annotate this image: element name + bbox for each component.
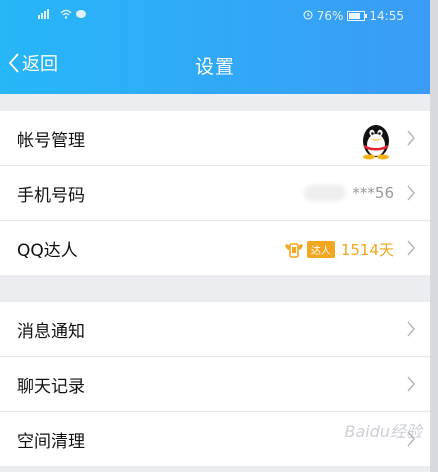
chevron-right-icon: [407, 321, 415, 337]
row-phone-number[interactable]: 手机号码 ***56: [0, 166, 430, 221]
row-message-notification[interactable]: 消息通知: [0, 302, 430, 357]
signal-icon: [38, 8, 56, 22]
master-days: 1514天: [340, 241, 394, 259]
row-qq-master[interactable]: QQ达人 达人 1514天: [0, 221, 430, 275]
row-label: 消息通知: [17, 321, 85, 342]
battery-percent: 76%: [316, 9, 344, 23]
masked-region: [304, 185, 346, 201]
chevron-right-icon: [407, 185, 415, 201]
battery-icon: [347, 11, 368, 21]
clock: 14:55: [369, 9, 404, 23]
qq-master-badge: 达人 1514天: [283, 239, 394, 260]
app-header: 76% 14:55 返回 设置: [0, 0, 430, 94]
status-bar: 76% 14:55: [0, 0, 430, 32]
phone-value: ***56: [352, 184, 394, 202]
right-edge: [430, 0, 438, 472]
row-label: 空间清理: [17, 431, 85, 452]
page-title: 设置: [194, 56, 235, 78]
winged-phone-icon: [284, 242, 303, 258]
row-label: 手机号码: [17, 185, 85, 206]
row-label: 帐号管理: [17, 130, 85, 151]
settings-group-account: 帐号管理 手机号码 ***56 QQ达人 达人 1514天: [0, 111, 430, 275]
chat-notification-icon: [76, 8, 86, 22]
wifi-icon: [60, 8, 72, 22]
row-chat-history[interactable]: 聊天记录: [0, 357, 430, 412]
row-label: QQ达人: [17, 240, 78, 261]
row-account-management[interactable]: 帐号管理: [0, 111, 430, 166]
watermark: Baidu经验: [344, 422, 422, 441]
chevron-right-icon: [407, 130, 415, 146]
row-label: 聊天记录: [17, 376, 85, 397]
chevron-right-icon: [407, 240, 415, 256]
master-tag: 达人: [306, 241, 335, 258]
alarm-icon: [303, 9, 313, 23]
qq-avatar-icon: [363, 125, 389, 160]
chevron-right-icon: [407, 376, 415, 392]
